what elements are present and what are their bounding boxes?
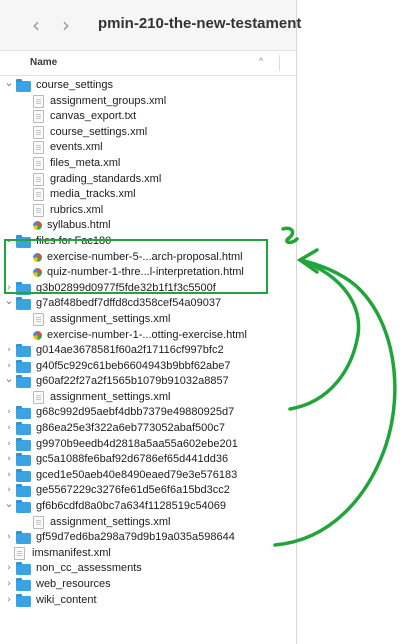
annotation-arrow-1: [281, 226, 299, 245]
annotation-arrows: [273, 226, 397, 547]
annotation-arrow-2: [288, 258, 361, 411]
annotation-arrow-3: [273, 258, 397, 547]
